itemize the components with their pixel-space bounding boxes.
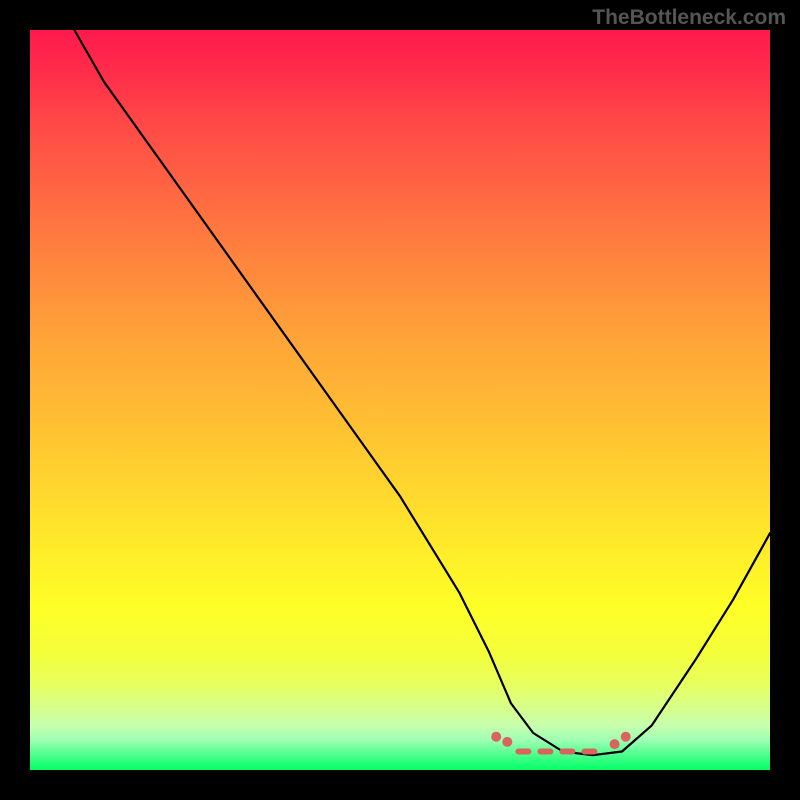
chart-svg bbox=[30, 30, 770, 770]
marker-dots-group bbox=[491, 732, 631, 749]
marker-dot bbox=[610, 739, 620, 749]
bottleneck-curve bbox=[74, 30, 770, 755]
marker-dot bbox=[502, 737, 512, 747]
chart-plot-area bbox=[30, 30, 770, 770]
watermark-text: TheBottleneck.com bbox=[592, 6, 786, 30]
marker-dot bbox=[621, 732, 631, 742]
marker-dot bbox=[491, 732, 501, 742]
